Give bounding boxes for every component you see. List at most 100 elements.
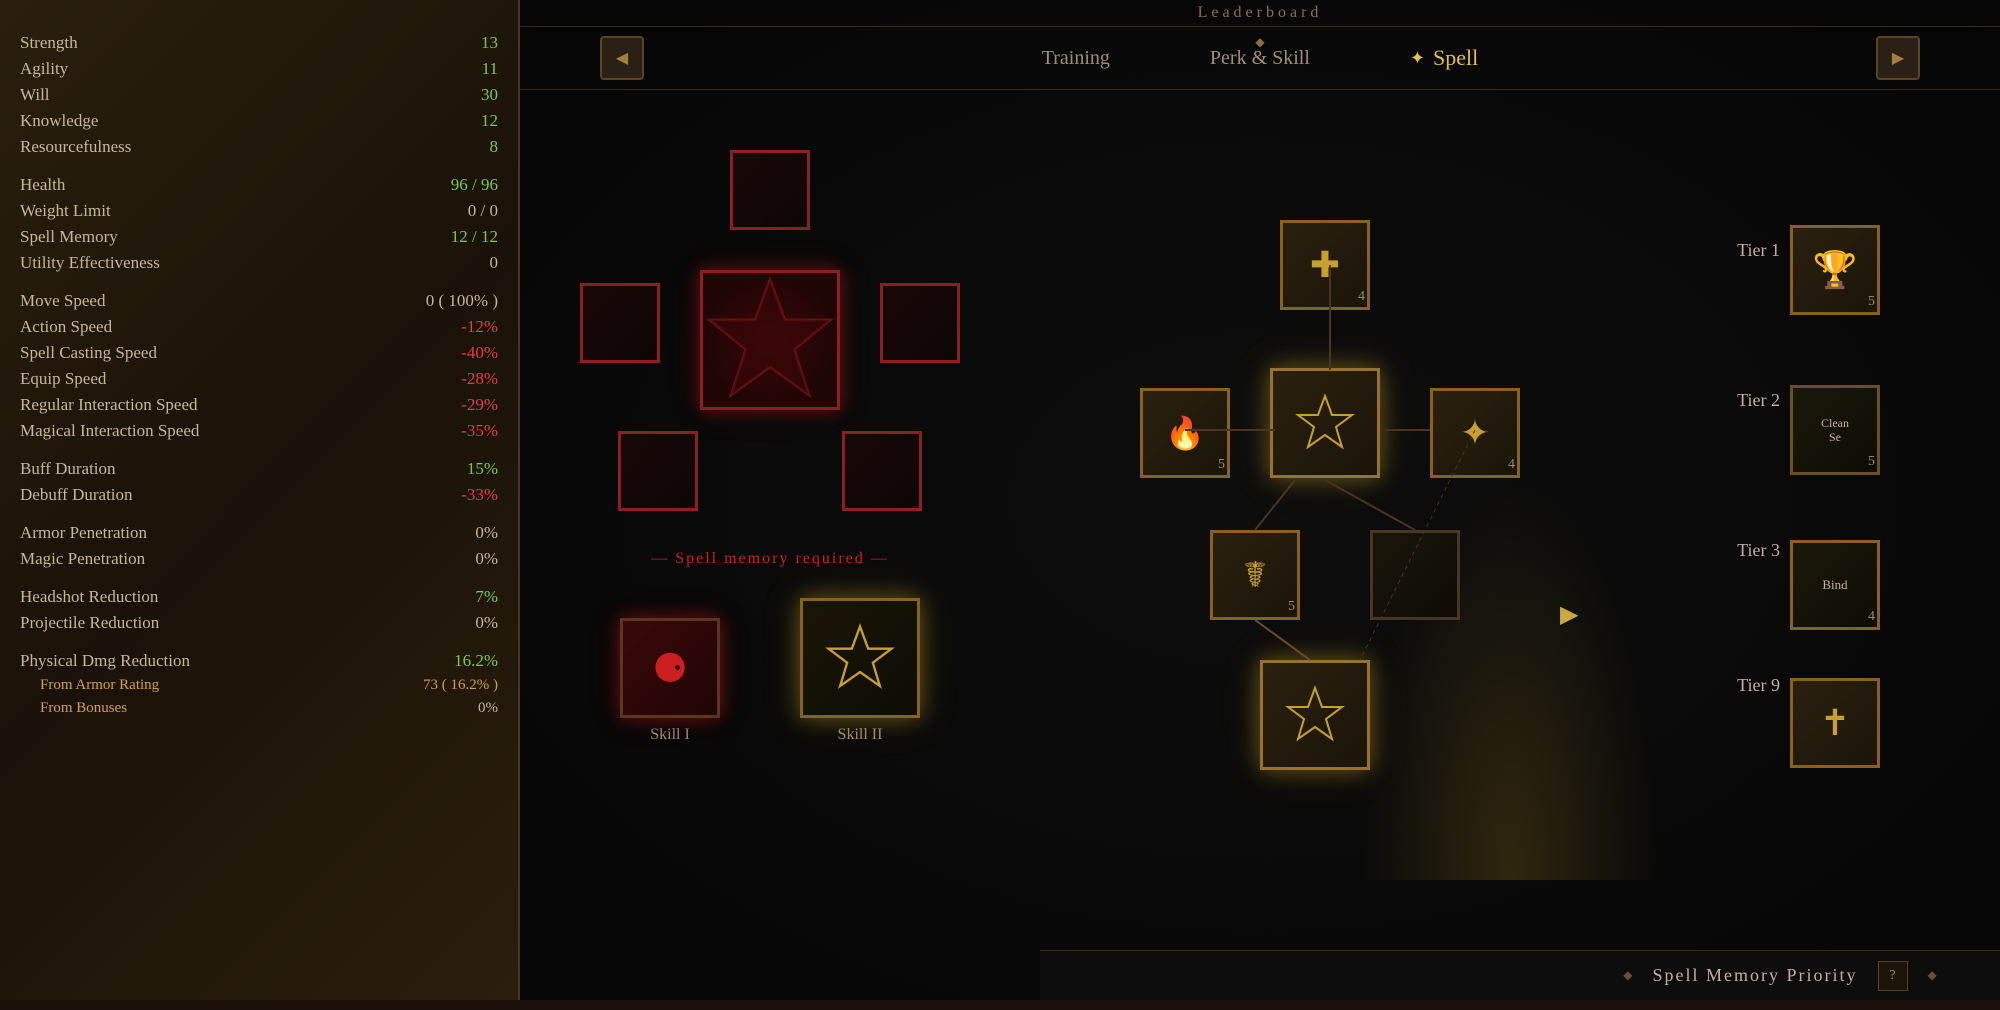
bind-count: 4 [1868, 609, 1875, 625]
stat-divider [20, 276, 498, 288]
spell-item-empty[interactable] [1370, 530, 1460, 620]
stat-value: 0% [475, 613, 498, 633]
spell-tree-container: Tier 1 ✚ 4 🏆 5 [1040, 120, 1980, 980]
top-nav: ◆ ◀ Training Perk & Skill ✦ Spell ▶ [520, 27, 2000, 90]
stat-row: Move Speed 0 ( 100% ) [20, 288, 498, 314]
stat-value: 0 [490, 253, 499, 273]
center-pentagram-slot[interactable] [700, 270, 840, 410]
stat-name: Projectile Reduction [20, 613, 159, 633]
tier-1-side-icon[interactable]: 🏆 5 [1790, 225, 1880, 315]
stat-name: Weight Limit [20, 201, 111, 221]
stat-row: Weight Limit 0 / 0 [20, 198, 498, 224]
chalice-count: 5 [1868, 294, 1875, 310]
stat-name: Strength [20, 33, 78, 53]
stat-value: 8 [490, 137, 499, 157]
spell-item-yellow[interactable]: 🔥 5 [1140, 388, 1230, 478]
stat-row: Will 30 [20, 82, 498, 108]
tier-9-side-cross[interactable]: ✝ [1790, 678, 1880, 768]
stat-value: 0% [475, 549, 498, 569]
tier-3-side-bind[interactable]: Bind 4 [1790, 540, 1880, 630]
spell-panel: Leaderboard ◆ ◀ Training Perk & Skill ✦ … [520, 0, 2000, 1000]
stat-name: Spell Memory [20, 227, 118, 247]
skill-1-icon: ⚈ [652, 645, 688, 692]
stat-row: Debuff Duration-33% [20, 482, 498, 508]
stat-name: From Bonuses [20, 700, 127, 717]
tier-3-label: Tier 3 [1737, 540, 1780, 561]
pentagram-svg [703, 260, 837, 420]
stat-divider [20, 572, 498, 584]
tier-2-label: Tier 2 [1737, 390, 1780, 411]
stat-row: Regular Interaction Speed -29% [20, 392, 498, 418]
stat-value: -29% [461, 395, 498, 415]
stat-row: Resourcefulness8 [20, 134, 498, 160]
stat-name: Physical Dmg Reduction [20, 651, 190, 671]
fire-icon: 🔥 [1165, 414, 1205, 452]
stat-value: 0% [478, 700, 498, 717]
stat-name: Headshot Reduction [20, 587, 158, 607]
spell-item-star[interactable]: ✦ 4 [1430, 388, 1520, 478]
star-count: 4 [1508, 457, 1515, 473]
stat-divider [20, 508, 498, 520]
stat-value: 16.2% [454, 651, 498, 671]
stat-name: Armor Penetration [20, 523, 147, 543]
spell-item-penta-t9[interactable] [1260, 660, 1370, 770]
skill-slot-2[interactable]: Skill II [800, 598, 920, 744]
spell-item-cross[interactable]: ✚ 4 [1280, 220, 1370, 310]
stat-value: 15% [467, 459, 498, 479]
stat-name: Move Speed [20, 291, 105, 311]
penta-center-svg [1295, 393, 1355, 453]
skill-slot-1[interactable]: ⚈ Skill I [620, 618, 720, 744]
skill-1-label: Skill I [650, 726, 690, 744]
penta-t9-svg [1285, 685, 1345, 745]
stat-value: 96 / 96 [451, 175, 498, 195]
nav-left-button[interactable]: ◀ [600, 36, 644, 80]
spell-item-caduceus[interactable]: ☤ 5 [1210, 530, 1300, 620]
stat-name: Magical Interaction Speed [20, 421, 199, 441]
bottom-decor-left: ◆ [1623, 968, 1632, 983]
bottom-decor-right: ◆ [1928, 968, 1937, 983]
spell-item-penta-center[interactable] [1270, 368, 1380, 478]
tier-1-label: Tier 1 [1737, 240, 1780, 261]
skill-2-button[interactable] [800, 598, 920, 718]
cleanse-text: CleanSe [1821, 416, 1849, 445]
bottom-bar: ◆ Spell Memory Priority ? ◆ [1040, 950, 2000, 1000]
skill-2-label: Skill II [838, 726, 883, 744]
spell-slot-bottom-right[interactable] [842, 431, 922, 511]
stat-name: Action Speed [20, 317, 112, 337]
stat-row: From Armor Rating73 ( 16.2% ) [20, 674, 498, 697]
spell-slot-top[interactable] [730, 150, 810, 230]
star-icon: ✦ [1460, 412, 1490, 454]
stat-name: Will [20, 85, 50, 105]
nav-right-button[interactable]: ▶ [1876, 36, 1920, 80]
skill-1-button[interactable]: ⚈ [620, 618, 720, 718]
stat-name: Buff Duration [20, 459, 116, 479]
cross-icon: ✚ [1310, 244, 1340, 286]
tab-spell[interactable]: ✦ Spell [1390, 39, 1498, 77]
stat-value: 0 ( 100% ) [426, 291, 498, 311]
stat-value: 0 / 0 [468, 201, 498, 221]
stat-value: 7% [475, 587, 498, 607]
bottom-bar-help-button[interactable]: ? [1878, 961, 1908, 991]
spell-slot-right[interactable] [880, 283, 960, 363]
stat-name: Equip Speed [20, 369, 106, 389]
stat-name: Regular Interaction Speed [20, 395, 198, 415]
spell-slot-bottom-left[interactable] [618, 431, 698, 511]
stat-row: Headshot Reduction 7% [20, 584, 498, 610]
stat-name: Magic Penetration [20, 549, 145, 569]
cleanse-count: 5 [1868, 454, 1875, 470]
stat-value: 30 [481, 85, 498, 105]
tier-2-side-cleanse[interactable]: CleanSe 5 [1790, 385, 1880, 475]
skill-2-pentagram [825, 623, 895, 693]
spell-content: — Spell memory required — ⚈ Skill I [520, 90, 2000, 1010]
stat-name: Spell Casting Speed [20, 343, 157, 363]
stat-value: 13 [481, 33, 498, 53]
caduceus-icon: ☤ [1243, 554, 1267, 596]
spell-slot-left[interactable] [580, 283, 660, 363]
tab-training[interactable]: Training [1022, 41, 1130, 76]
stat-name: Debuff Duration [20, 485, 133, 505]
stat-value: 0% [475, 523, 498, 543]
stat-row: From Bonuses 0% [20, 697, 498, 720]
cross-count: 4 [1358, 289, 1365, 305]
stats-panel: Strength13Agility11Will30Knowledge12Reso… [0, 0, 520, 1000]
spell-slots-area: — Spell memory required — ⚈ Skill I [520, 90, 1020, 1010]
